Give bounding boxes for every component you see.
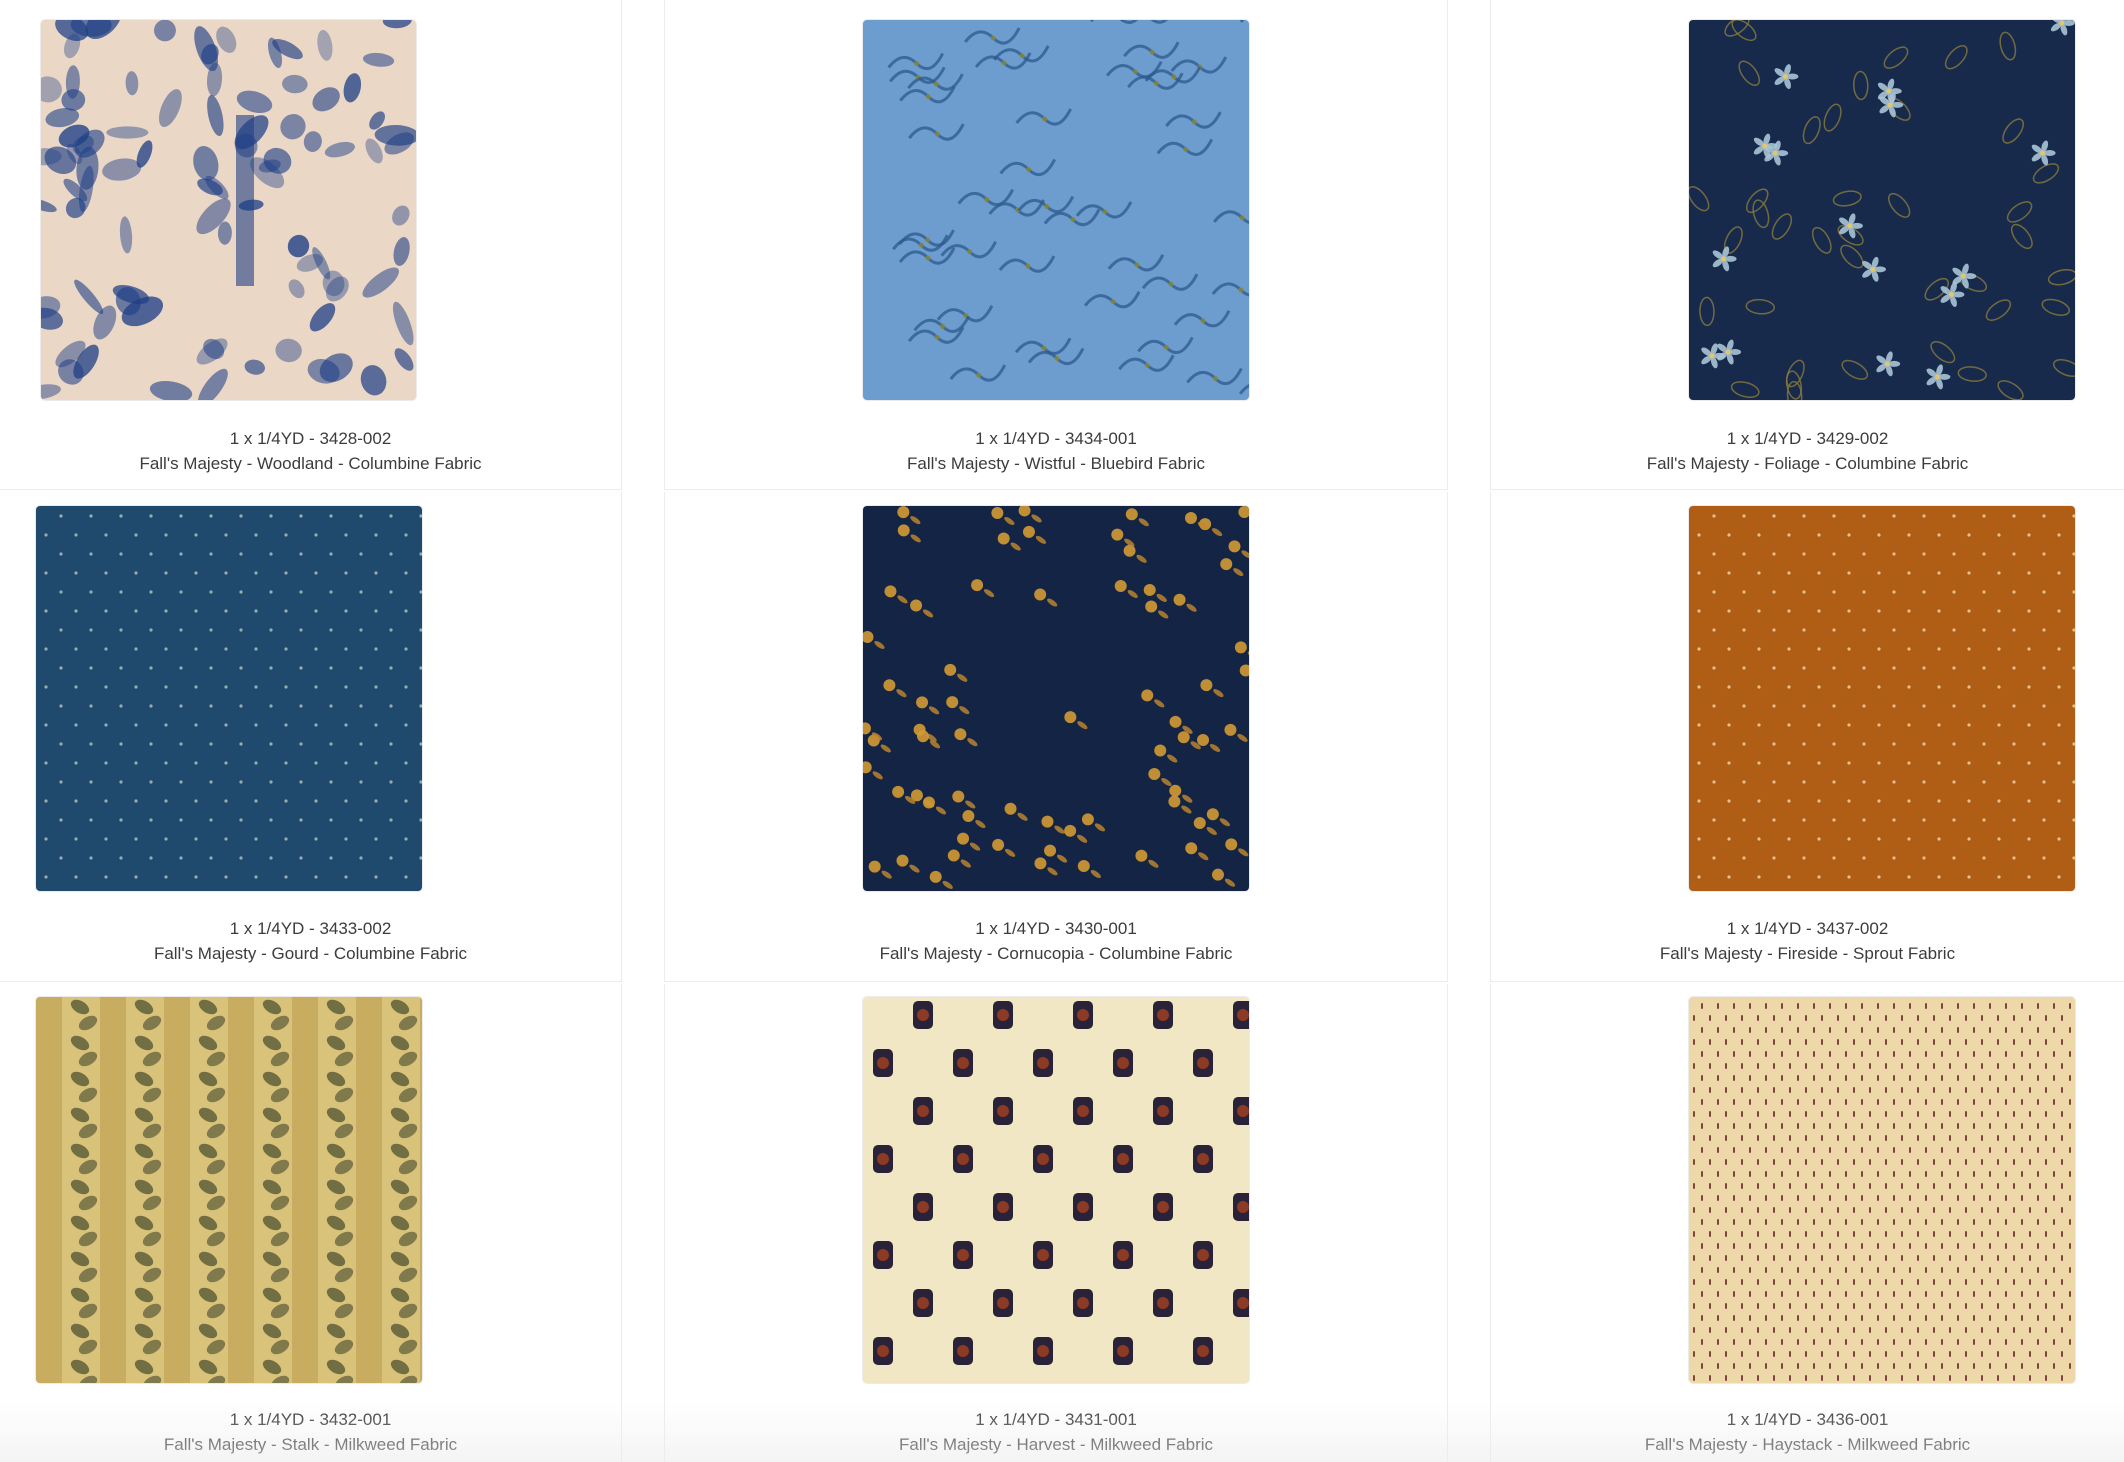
fabric-swatch-image[interactable] <box>41 20 416 400</box>
fabric-swatch-image[interactable] <box>863 20 1249 400</box>
product-sku: 1 x 1/4YD - 3431-001 <box>975 1410 1137 1429</box>
product-card[interactable]: 1 x 1/4YD - 3437-002 Fall's Majesty - Fi… <box>1490 492 2124 982</box>
fabric-swatch-image[interactable] <box>1689 506 2075 891</box>
product-title[interactable]: Fall's Majesty - Woodland - Columbine Fa… <box>0 451 621 476</box>
fabric-swatch-image[interactable] <box>863 997 1249 1383</box>
product-card[interactable]: 1 x 1/4YD - 3434-001 Fall's Majesty - Wi… <box>664 0 1448 490</box>
product-card[interactable]: 1 x 1/4YD - 3430-001 Fall's Majesty - Co… <box>664 492 1448 982</box>
product-grid: 1 x 1/4YD - 3428-002 Fall's Majesty - Wo… <box>0 0 2124 1462</box>
fabric-swatch-image[interactable] <box>863 506 1249 891</box>
product-sku: 1 x 1/4YD - 3433-002 <box>229 919 392 938</box>
product-title[interactable]: Fall's Majesty - Wistful - Bluebird Fabr… <box>665 451 1447 476</box>
product-sku: 1 x 1/4YD - 3432-001 <box>229 1410 392 1429</box>
product-title[interactable]: Fall's Majesty - Gourd - Columbine Fabri… <box>0 941 621 966</box>
fabric-swatch-image[interactable] <box>36 506 422 891</box>
product-title[interactable]: Fall's Majesty - Haystack - Milkweed Fab… <box>1491 1432 2124 1457</box>
product-title[interactable]: Fall's Majesty - Fireside - Sprout Fabri… <box>1491 941 2124 966</box>
product-sku: 1 x 1/4YD - 3437-002 <box>1726 919 1889 938</box>
product-sku: 1 x 1/4YD - 3428-002 <box>229 429 392 448</box>
product-title[interactable]: Fall's Majesty - Cornucopia - Columbine … <box>665 941 1447 966</box>
product-card[interactable]: 1 x 1/4YD - 3431-001 Fall's Majesty - Ha… <box>664 984 1448 1462</box>
product-card[interactable]: 1 x 1/4YD - 3429-002 Fall's Majesty - Fo… <box>1490 0 2124 490</box>
product-sku: 1 x 1/4YD - 3429-002 <box>1726 429 1889 448</box>
product-card[interactable]: 1 x 1/4YD - 3432-001 Fall's Majesty - St… <box>0 984 622 1462</box>
product-sku: 1 x 1/4YD - 3436-001 <box>1726 1410 1889 1429</box>
product-title[interactable]: Fall's Majesty - Stalk - Milkweed Fabric <box>0 1432 621 1457</box>
product-sku: 1 x 1/4YD - 3434-001 <box>975 429 1137 448</box>
fabric-swatch-image[interactable] <box>36 997 422 1383</box>
product-sku: 1 x 1/4YD - 3430-001 <box>975 919 1137 938</box>
product-card[interactable]: 1 x 1/4YD - 3428-002 Fall's Majesty - Wo… <box>0 0 622 490</box>
product-title[interactable]: Fall's Majesty - Foliage - Columbine Fab… <box>1491 451 2124 476</box>
fabric-swatch-image[interactable] <box>1689 20 2075 400</box>
product-title[interactable]: Fall's Majesty - Harvest - Milkweed Fabr… <box>665 1432 1447 1457</box>
product-card[interactable]: 1 x 1/4YD - 3433-002 Fall's Majesty - Go… <box>0 492 622 982</box>
product-card[interactable]: 1 x 1/4YD - 3436-001 Fall's Majesty - Ha… <box>1490 984 2124 1462</box>
fabric-swatch-image[interactable] <box>1689 997 2075 1383</box>
